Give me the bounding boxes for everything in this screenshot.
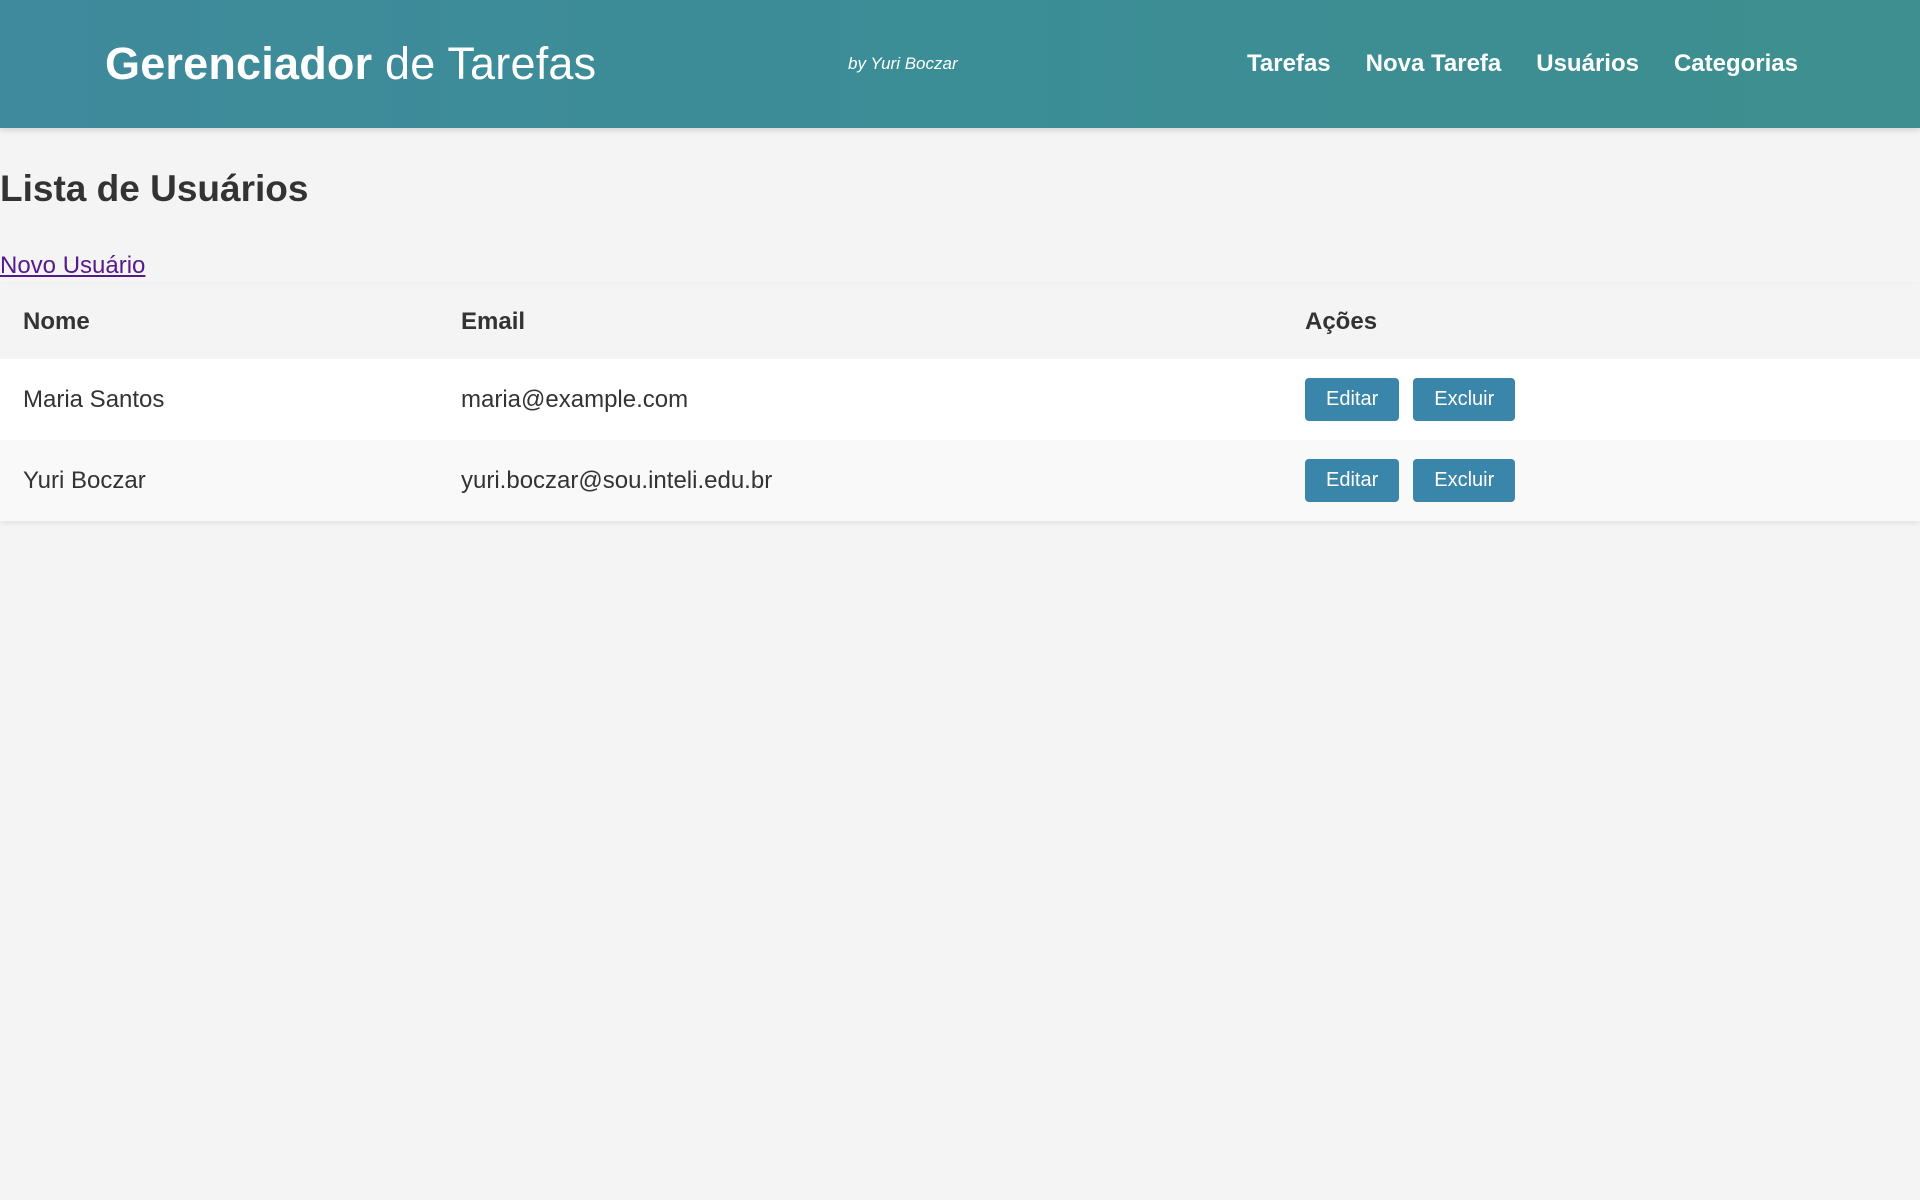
app-title-light: de Tarefas [372,38,597,89]
app-title-bold: Gerenciador [105,38,373,89]
nav-categorias[interactable]: Categorias [1674,50,1798,78]
app-title: Gerenciador de Tarefas [105,38,596,90]
nav-tarefas[interactable]: Tarefas [1247,50,1331,78]
user-email-cell: maria@example.com [438,359,1282,440]
delete-button[interactable]: Excluir [1413,378,1516,421]
table-row: Maria Santos maria@example.com Editar Exc… [0,359,1920,440]
edit-button[interactable]: Editar [1305,459,1400,502]
page-title: Lista de Usuários [0,168,309,209]
user-actions-cell: Editar Excluir [1282,359,1920,440]
column-header-acoes: Ações [1282,284,1920,359]
nav-usuarios[interactable]: Usuários [1536,50,1639,78]
user-actions-cell: Editar Excluir [1282,440,1920,521]
user-email-cell: yuri.boczar@sou.inteli.edu.br [438,440,1282,521]
column-header-nome: Nome [0,284,438,359]
users-table: Nome Email Ações Maria Santos maria@exam… [0,284,1920,521]
app-header: Gerenciador de Tarefas by Yuri Boczar Ta… [0,0,1920,128]
user-name-cell: Yuri Boczar [0,440,438,521]
column-header-email: Email [438,284,1282,359]
users-table-container: Nome Email Ações Maria Santos maria@exam… [0,284,1920,521]
user-name-cell: Maria Santos [0,359,438,440]
table-row: Yuri Boczar yuri.boczar@sou.inteli.edu.b… [0,440,1920,521]
author-byline: by Yuri Boczar [848,54,958,73]
new-user-link[interactable]: Novo Usuário [0,252,145,280]
main-nav: Tarefas Nova Tarefa Usuários Categorias [1247,50,1798,78]
delete-button[interactable]: Excluir [1413,459,1516,502]
nav-nova-tarefa[interactable]: Nova Tarefa [1366,50,1502,78]
edit-button[interactable]: Editar [1305,378,1400,421]
table-header-row: Nome Email Ações [0,284,1920,359]
